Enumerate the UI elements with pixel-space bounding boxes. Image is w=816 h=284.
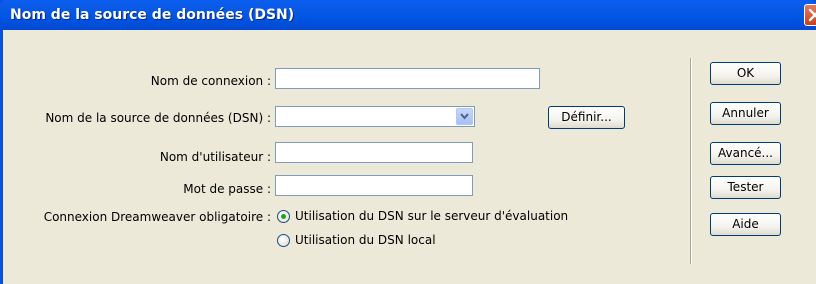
connection-name-input[interactable] [275,68,540,89]
dropdown-button[interactable] [456,108,473,125]
connection-name-label: Nom de connexion : [150,74,271,88]
advanced-button[interactable]: Avancé... [710,142,781,165]
dialog-body: Nom de connexion : Nom de la source de d… [3,30,816,284]
password-label: Mot de passe : [183,182,271,196]
close-button[interactable] [804,4,816,26]
test-button[interactable]: Tester [710,176,781,199]
title-bar[interactable]: Nom de la source de données (DSN) [0,0,816,30]
dsn-dialog: Nom de la source de données (DSN) Nom de… [0,0,816,284]
radio-local-dsn-label[interactable]: Utilisation du DSN local [295,233,436,247]
close-icon [808,8,816,22]
radio-local-dsn[interactable] [277,234,290,247]
dsn-select[interactable] [275,106,475,127]
dialog-title: Nom de la source de données (DSN) [10,7,295,23]
cancel-button[interactable]: Annuler [710,102,781,125]
username-input[interactable] [275,142,473,163]
radio-testing-server-label[interactable]: Utilisation du DSN sur le serveur d'éval… [295,209,568,223]
dsn-label: Nom de la source de données (DSN) : [45,111,271,125]
help-button[interactable]: Aide [710,213,781,236]
username-label: Nom d'utilisateur : [159,150,271,164]
chevron-down-icon [460,113,469,120]
vertical-divider [690,58,691,264]
dreamweaver-connection-label: Connexion Dreamweaver obligatoire : [43,210,271,224]
define-button[interactable]: Définir... [548,106,625,129]
radio-selected-dot [281,214,286,219]
password-input[interactable] [275,175,473,196]
ok-button[interactable]: OK [710,62,781,85]
radio-testing-server[interactable] [277,210,290,223]
